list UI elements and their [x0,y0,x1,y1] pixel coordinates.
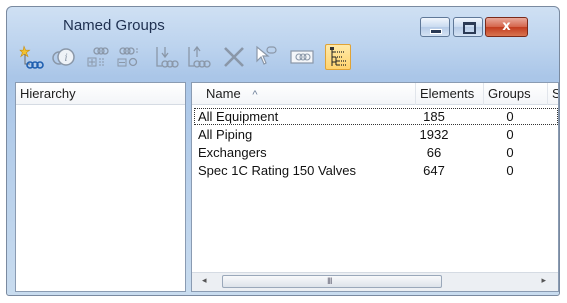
group-info-button[interactable]: i [51,44,77,70]
row-elements: 647 [423,163,445,178]
delete-icon [224,47,244,67]
row-elements: 185 [423,109,445,124]
hierarchy-view-icon [330,47,347,66]
scroll-right-arrow-icon[interactable]: ▸ [541,276,546,286]
new-group-button[interactable] [19,44,45,70]
sort-ascending-icon: ^ [252,89,258,101]
horizontal-scrollbar[interactable]: ◂ III ▸ [192,272,558,291]
subgroup-icon [117,47,138,67]
hierarchy-header: Hierarchy [16,83,185,105]
import-button[interactable] [153,44,179,70]
close-icon: x [502,19,511,34]
row-elements: 66 [426,145,442,160]
add-elements-icon [87,47,109,67]
window-title: Named Groups [63,17,165,34]
column-name-label: Name [206,86,241,101]
groups-list[interactable]: Name ^ Elements Groups S All Equipment 1… [191,82,559,292]
toolbar: i [15,41,555,75]
pick-icon [256,45,277,65]
rename-icon [290,50,314,64]
minimize-icon [430,29,442,34]
add-elements-button[interactable] [85,44,111,70]
column-header-elements[interactable]: Elements [416,83,484,105]
list-header: Name ^ Elements Groups S [192,83,558,105]
hierarchy-view-button[interactable] [325,44,351,70]
row-name: All Piping [198,127,253,142]
maximize-icon [463,22,476,34]
scrollbar-thumb[interactable]: III [222,275,442,288]
hierarchy-panel[interactable]: Hierarchy [15,82,186,292]
scroll-left-arrow-icon[interactable]: ◂ [202,276,207,286]
row-groups: 0 [506,127,514,142]
pick-button[interactable] [253,44,279,70]
column-extra-label: S [552,86,558,101]
group-info-icon: i [52,48,75,66]
column-header-groups[interactable]: Groups [484,83,548,105]
export-button[interactable] [185,44,211,70]
svg-text:i: i [65,53,68,64]
import-icon [156,47,179,68]
row-name: Spec 1C Rating 150 Valves [198,163,357,178]
rename-button[interactable] [289,44,315,70]
column-groups-label: Groups [488,86,531,101]
row-groups: 0 [506,109,514,124]
new-group-icon [19,45,44,69]
column-header-name[interactable]: Name ^ [192,83,416,105]
hierarchy-header-label: Hierarchy [20,86,76,101]
column-elements-label: Elements [420,86,475,101]
row-name: All Equipment [198,109,279,124]
title-bar[interactable]: Named Groups x [7,7,559,41]
column-header-extra[interactable]: S [548,83,558,105]
named-groups-window: Named Groups x i Hierarchy Name ^ Elemen… [6,6,560,296]
table-row[interactable]: All Equipment 185 0 [194,108,558,125]
table-row[interactable]: All Piping 1932 0 [194,126,558,143]
row-groups: 0 [506,145,514,160]
row-name: Exchangers [198,145,267,160]
delete-button[interactable] [221,44,247,70]
table-row[interactable]: Exchangers 66 0 [194,144,558,161]
maximize-button[interactable] [453,17,483,37]
close-button[interactable]: x [485,17,528,37]
row-elements: 1932 [419,127,449,142]
scrollbar-grip-icon: III [327,276,332,286]
row-groups: 0 [506,163,514,178]
table-row[interactable]: Spec 1C Rating 150 Valves 647 0 [194,162,558,179]
minimize-button[interactable] [420,17,450,37]
subgroup-button[interactable] [115,44,141,70]
export-icon [188,45,211,68]
